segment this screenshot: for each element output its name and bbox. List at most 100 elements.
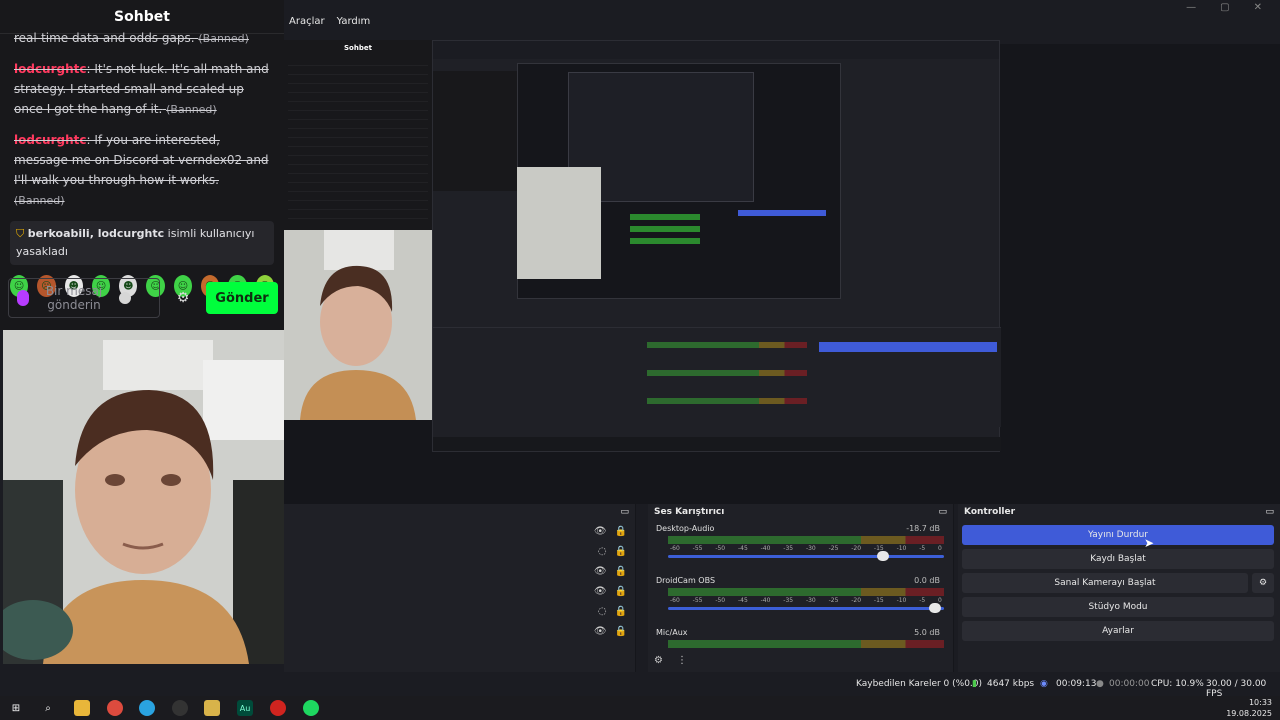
studio-mode-button[interactable]: Stüdyo Modu bbox=[962, 597, 1274, 617]
virtual-camera-settings-icon[interactable]: ⚙ bbox=[1252, 573, 1274, 593]
mixer-track: Mic/Aux 5.0 dB bbox=[656, 628, 946, 648]
stream-icon: ◉ bbox=[1040, 679, 1048, 689]
chat-messages[interactable]: real-time data and odds gaps. (Banned) l… bbox=[0, 28, 284, 211]
eye-icon[interactable]: 👁 bbox=[594, 566, 607, 577]
eye-icon[interactable]: 👁 bbox=[594, 586, 607, 597]
scale-tick: -40 bbox=[760, 545, 771, 552]
chat-panel: Sohbet real-time data and odds gaps. (Ba… bbox=[0, 0, 284, 330]
source-row[interactable]: ◌ 🔒 bbox=[598, 606, 627, 617]
nested-meter-3 bbox=[630, 238, 700, 244]
scale-tick: -45 bbox=[737, 545, 748, 552]
nested-stop-button bbox=[819, 342, 997, 352]
notice-users: berkoabili, lodcurghtc bbox=[27, 227, 165, 240]
opera-icon[interactable] bbox=[270, 700, 286, 716]
stop-streaming-button[interactable]: Yayını Durdur bbox=[962, 525, 1274, 545]
message-user[interactable]: lodcurghtc bbox=[14, 133, 87, 147]
source-row[interactable]: 👁 🔒 bbox=[594, 586, 627, 597]
audition-icon[interactable]: Au bbox=[237, 700, 253, 716]
chat-input[interactable]: Bir mesaj gönderin bbox=[8, 278, 160, 318]
nested-chat bbox=[433, 71, 517, 191]
mixer-track: Desktop-Audio -18.7 dB -60 -55 -50 -45 -40 -3… bbox=[656, 524, 946, 561]
preview-chat-replica: Sohbet bbox=[284, 40, 432, 230]
source-row[interactable]: 👁 🔒 bbox=[594, 566, 627, 577]
lock-icon[interactable]: 🔒 bbox=[615, 606, 627, 617]
source-row[interactable]: 👁 🔒 bbox=[594, 526, 627, 537]
advanced-audio-icon[interactable]: ⚙ bbox=[654, 655, 663, 666]
taskbar-clock: 10:33 19.08.2025 bbox=[1226, 697, 1272, 719]
source-row[interactable]: ◌ 🔒 bbox=[598, 546, 627, 557]
settings-button[interactable]: Ayarlar bbox=[962, 621, 1274, 641]
nested-meter-1 bbox=[630, 214, 700, 220]
message-user[interactable]: lodcurghtc bbox=[14, 62, 87, 76]
scale-tick: -25 bbox=[828, 597, 839, 604]
nested-obs-window bbox=[432, 40, 1001, 452]
file-explorer-icon[interactable] bbox=[74, 700, 90, 716]
telegram-icon[interactable] bbox=[139, 700, 155, 716]
volume-knob[interactable] bbox=[876, 551, 889, 561]
eye-icon[interactable]: 👁 bbox=[594, 526, 607, 537]
minimize-icon[interactable]: — bbox=[1186, 2, 1196, 13]
lock-icon[interactable]: 🔒 bbox=[615, 586, 627, 597]
meter-scale: -60 -55 -50 -45 -40 -35 -30 -25 -20 -15 -10 -5 0 bbox=[670, 545, 942, 552]
gear-icon[interactable]: ⚙ bbox=[168, 290, 198, 306]
menu-help[interactable]: Yardım bbox=[337, 16, 371, 27]
search-icon[interactable]: ⌕ bbox=[40, 700, 56, 716]
chat-message: lodcurghtc: If you are interested, messa… bbox=[14, 130, 270, 211]
dock-menu-icon[interactable]: ▭ bbox=[938, 507, 947, 517]
chat-message: real-time data and odds gaps. (Banned) bbox=[14, 28, 270, 49]
scale-tick: -10 bbox=[896, 545, 907, 552]
scale-tick: -25 bbox=[828, 545, 839, 552]
scale-tick: -55 bbox=[692, 545, 703, 552]
lock-icon[interactable]: 🔒 bbox=[615, 526, 627, 537]
scale-tick: -10 bbox=[896, 597, 907, 604]
mic-icon[interactable] bbox=[17, 290, 29, 306]
mixer-title: Ses Karıştırıcı bbox=[654, 507, 725, 517]
eye-hidden-icon[interactable]: ◌ bbox=[598, 546, 607, 557]
obs-titlebar bbox=[284, 0, 1280, 44]
lock-icon[interactable]: 🔒 bbox=[615, 566, 627, 577]
volume-slider[interactable] bbox=[668, 551, 944, 561]
lock-icon[interactable]: 🔒 bbox=[615, 626, 627, 637]
banned-tag: (Banned) bbox=[166, 103, 217, 116]
dock-menu-icon[interactable]: ▭ bbox=[1265, 507, 1274, 517]
nested-meter-a bbox=[647, 342, 807, 348]
scale-tick: -45 bbox=[737, 597, 748, 604]
lock-icon[interactable]: 🔒 bbox=[615, 546, 627, 557]
spotify-icon[interactable] bbox=[303, 700, 319, 716]
maximize-icon[interactable]: ▢ bbox=[1220, 2, 1229, 13]
close-icon[interactable]: ✕ bbox=[1254, 2, 1262, 13]
mixer-menu-icon[interactable]: ⋮ bbox=[677, 655, 687, 666]
webcam-person-image bbox=[3, 330, 284, 664]
track-name: Desktop-Audio bbox=[656, 524, 715, 533]
mouse-cursor-icon: ➤ bbox=[1144, 536, 1155, 550]
start-recording-button[interactable]: Kaydı Başlat bbox=[962, 549, 1274, 569]
start-virtual-camera-button[interactable]: Sanal Kamerayı Başlat bbox=[962, 573, 1248, 593]
nested-meter-c bbox=[647, 398, 807, 404]
send-button[interactable]: Gönder bbox=[206, 282, 278, 314]
menu-tools[interactable]: Araçlar bbox=[289, 16, 325, 27]
windows-taskbar: ⊞ ⌕ Au 10:33 19.08.2025 bbox=[0, 696, 1280, 720]
chrome-icon[interactable] bbox=[107, 700, 123, 716]
status-bar: Kaybedilen Kareler 0 (%0.0) ▮ 4647 kbps … bbox=[284, 672, 1280, 699]
preview-chat-title: Sohbet bbox=[344, 44, 372, 52]
eye-hidden-icon[interactable]: ◌ bbox=[598, 606, 607, 617]
scale-tick: -30 bbox=[805, 545, 816, 552]
app-icon[interactable] bbox=[204, 700, 220, 716]
obs-icon[interactable] bbox=[172, 700, 188, 716]
record-time: 00:00:00 bbox=[1109, 679, 1150, 689]
scale-tick: -20 bbox=[851, 545, 862, 552]
track-name: Mic/Aux bbox=[656, 628, 688, 637]
track-db: -18.7 dB bbox=[906, 524, 940, 533]
volume-meter bbox=[668, 536, 944, 544]
volume-slider[interactable] bbox=[668, 603, 944, 613]
emoji-icon[interactable] bbox=[119, 292, 131, 304]
windows-start-icon[interactable]: ⊞ bbox=[8, 700, 24, 716]
volume-knob[interactable] bbox=[929, 603, 942, 613]
scale-tick: -35 bbox=[783, 597, 794, 604]
chat-message: lodcurghtc: It's not luck. It's all math… bbox=[14, 59, 270, 120]
eye-icon[interactable]: 👁 bbox=[594, 626, 607, 637]
scale-tick: -50 bbox=[715, 545, 726, 552]
nested-meter-2 bbox=[630, 226, 700, 232]
source-row[interactable]: 👁 🔒 bbox=[594, 626, 627, 637]
dock-menu-icon[interactable]: ▭ bbox=[620, 507, 629, 517]
